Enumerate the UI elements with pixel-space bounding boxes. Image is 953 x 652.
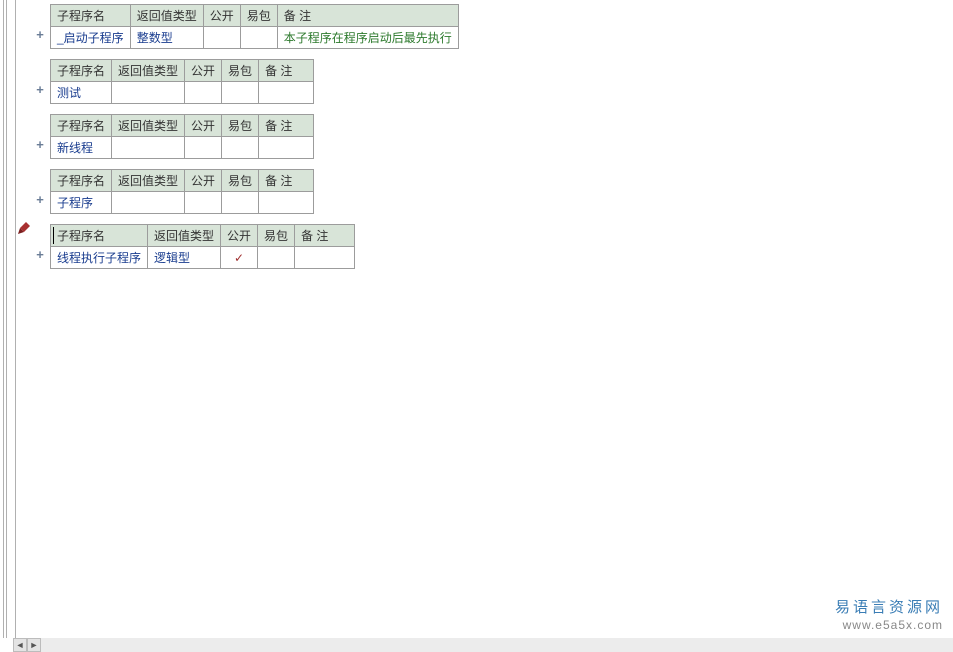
col-public: 公开 bbox=[203, 5, 240, 27]
col-remark: 备 注 bbox=[259, 115, 314, 137]
scroll-left-button[interactable]: ◄ bbox=[13, 638, 27, 652]
col-return-type: 返回值类型 bbox=[112, 115, 185, 137]
table-row[interactable]: _启动子程序 整数型 本子程序在程序启动后最先执行 bbox=[51, 27, 459, 49]
subroutine-table[interactable]: 子程序名 返回值类型 公开 易包 备 注 _启动子程序 整数型 本子程序在程序启… bbox=[50, 4, 459, 49]
table-row[interactable]: 线程执行子程序 逻辑型 ✓ bbox=[51, 247, 355, 269]
col-package: 易包 bbox=[258, 225, 295, 247]
expand-icon[interactable]: + bbox=[34, 248, 46, 262]
ruler-line bbox=[6, 0, 7, 638]
col-remark: 备 注 bbox=[295, 225, 355, 247]
watermark: 易语言资源网 www.e5a5x.com bbox=[835, 596, 943, 632]
cell-name[interactable]: 测试 bbox=[51, 82, 112, 104]
cell-name[interactable]: 线程执行子程序 bbox=[51, 247, 148, 269]
col-name[interactable]: 子程序名 bbox=[51, 225, 148, 247]
cell-return-type[interactable] bbox=[112, 82, 185, 104]
scroll-right-button[interactable]: ► bbox=[27, 638, 41, 652]
cell-package[interactable] bbox=[258, 247, 295, 269]
edit-icon bbox=[16, 222, 30, 236]
col-return-type: 返回值类型 bbox=[112, 170, 185, 192]
subroutine-table[interactable]: 子程序名 返回值类型 公开 易包 备 注 新线程 bbox=[50, 114, 314, 159]
ruler-line bbox=[15, 0, 16, 638]
cell-package[interactable] bbox=[240, 27, 277, 49]
watermark-title: 易语言资源网 bbox=[835, 596, 943, 617]
subroutine-block: + 子程序名 返回值类型 公开 易包 备 注 线程执行子程序 逻辑型 ✓ bbox=[50, 224, 953, 269]
subroutine-block: + 子程序名 返回值类型 公开 易包 备 注 _启动子程序 整数型 本子程序在程… bbox=[50, 4, 953, 49]
col-remark: 备 注 bbox=[259, 60, 314, 82]
col-package: 易包 bbox=[222, 60, 259, 82]
col-public: 公开 bbox=[185, 115, 222, 137]
expand-icon[interactable]: + bbox=[34, 28, 46, 42]
editor-viewport: + 子程序名 返回值类型 公开 易包 备 注 _启动子程序 整数型 本子程序在程… bbox=[0, 0, 953, 652]
cell-remark[interactable] bbox=[259, 192, 314, 214]
subroutine-table[interactable]: 子程序名 返回值类型 公开 易包 备 注 子程序 bbox=[50, 169, 314, 214]
col-package: 易包 bbox=[240, 5, 277, 27]
scrollbar-track[interactable] bbox=[41, 638, 953, 652]
code-content: + 子程序名 返回值类型 公开 易包 备 注 _启动子程序 整数型 本子程序在程… bbox=[50, 4, 953, 279]
cell-package[interactable] bbox=[222, 82, 259, 104]
cell-remark[interactable]: 本子程序在程序启动后最先执行 bbox=[277, 27, 458, 49]
subroutine-block: + 子程序名 返回值类型 公开 易包 备 注 新线程 bbox=[50, 114, 953, 159]
cell-remark[interactable] bbox=[259, 82, 314, 104]
cell-return-type[interactable] bbox=[112, 137, 185, 159]
cell-return-type[interactable] bbox=[112, 192, 185, 214]
cell-remark[interactable] bbox=[259, 137, 314, 159]
col-return-type: 返回值类型 bbox=[112, 60, 185, 82]
col-public: 公开 bbox=[221, 225, 258, 247]
cell-remark[interactable] bbox=[295, 247, 355, 269]
col-name: 子程序名 bbox=[51, 115, 112, 137]
col-return-type: 返回值类型 bbox=[148, 225, 221, 247]
subroutine-table[interactable]: 子程序名 返回值类型 公开 易包 备 注 线程执行子程序 逻辑型 ✓ bbox=[50, 224, 355, 269]
cell-public[interactable]: ✓ bbox=[221, 247, 258, 269]
subroutine-block: + 子程序名 返回值类型 公开 易包 备 注 测试 bbox=[50, 59, 953, 104]
table-row[interactable]: 测试 bbox=[51, 82, 314, 104]
cell-public[interactable] bbox=[185, 82, 222, 104]
col-name: 子程序名 bbox=[51, 60, 112, 82]
cell-package[interactable] bbox=[222, 192, 259, 214]
expand-icon[interactable]: + bbox=[34, 83, 46, 97]
col-name: 子程序名 bbox=[51, 170, 112, 192]
subroutine-table[interactable]: 子程序名 返回值类型 公开 易包 备 注 测试 bbox=[50, 59, 314, 104]
expand-icon[interactable]: + bbox=[34, 193, 46, 207]
expand-icon[interactable]: + bbox=[34, 138, 46, 152]
cell-package[interactable] bbox=[222, 137, 259, 159]
col-package: 易包 bbox=[222, 170, 259, 192]
col-name: 子程序名 bbox=[51, 5, 131, 27]
col-return-type: 返回值类型 bbox=[130, 5, 203, 27]
col-package: 易包 bbox=[222, 115, 259, 137]
cell-name[interactable]: _启动子程序 bbox=[51, 27, 131, 49]
cell-public[interactable] bbox=[185, 137, 222, 159]
col-public: 公开 bbox=[185, 170, 222, 192]
table-row[interactable]: 新线程 bbox=[51, 137, 314, 159]
cell-name[interactable]: 子程序 bbox=[51, 192, 112, 214]
col-remark: 备 注 bbox=[277, 5, 458, 27]
table-row[interactable]: 子程序 bbox=[51, 192, 314, 214]
col-public: 公开 bbox=[185, 60, 222, 82]
ruler-line bbox=[3, 0, 4, 638]
cell-return-type[interactable]: 逻辑型 bbox=[148, 247, 221, 269]
subroutine-block: + 子程序名 返回值类型 公开 易包 备 注 子程序 bbox=[50, 169, 953, 214]
horizontal-scrollbar[interactable]: ◄ ► bbox=[13, 638, 953, 652]
cell-name[interactable]: 新线程 bbox=[51, 137, 112, 159]
col-remark: 备 注 bbox=[259, 170, 314, 192]
cell-public[interactable] bbox=[203, 27, 240, 49]
cell-public[interactable] bbox=[185, 192, 222, 214]
watermark-url: www.e5a5x.com bbox=[835, 618, 943, 632]
cell-return-type[interactable]: 整数型 bbox=[130, 27, 203, 49]
